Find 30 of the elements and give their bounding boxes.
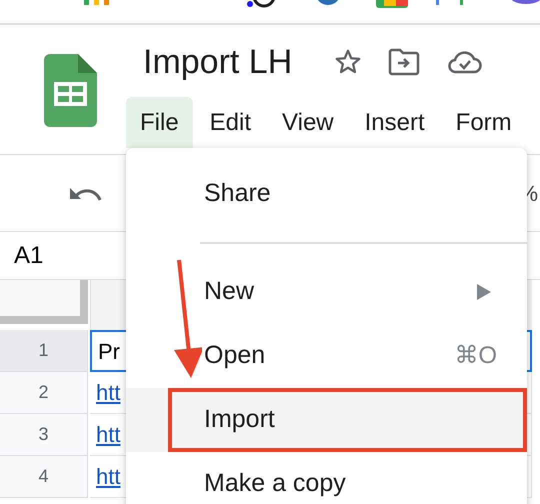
shortcut-text: ⌘O xyxy=(454,341,497,371)
menu-item-label: Open xyxy=(204,340,266,372)
row-header[interactable]: 4 xyxy=(0,456,88,498)
menu-item[interactable]: Make a copy xyxy=(126,452,527,504)
move-folder-icon[interactable] xyxy=(388,48,420,76)
link[interactable]: htt xyxy=(96,376,120,409)
menu-item-label: Import xyxy=(204,404,275,436)
menu-item[interactable]: Import xyxy=(126,388,527,452)
cloud-check-icon[interactable] xyxy=(448,50,482,74)
link[interactable]: htt xyxy=(96,418,120,451)
row-header[interactable]: 1 xyxy=(0,330,88,372)
menu-bar-item[interactable]: Edit xyxy=(196,97,266,148)
name-box[interactable]: A1 xyxy=(14,238,44,274)
row-header[interactable]: 3 xyxy=(0,414,88,456)
menu-item-label: New xyxy=(204,276,254,308)
menu-item-label: Make a copy xyxy=(204,468,346,500)
menu-bar-item[interactable]: Insert xyxy=(350,97,439,148)
document-title[interactable]: Import LH xyxy=(143,45,292,79)
link[interactable]: htt xyxy=(96,460,120,493)
bookmark-icon[interactable] xyxy=(246,0,276,8)
menu-item[interactable]: Open ⌘O xyxy=(126,324,527,388)
menu-bar-item[interactable]: Form xyxy=(442,97,526,148)
row-header[interactable]: 2 xyxy=(0,372,88,414)
sheets-logo-icon[interactable] xyxy=(44,54,97,127)
cell-text: Pr xyxy=(98,338,120,366)
menu-item[interactable]: New xyxy=(126,260,527,324)
menu-item[interactable]: Share xyxy=(126,162,527,226)
menu-bar-item[interactable]: View xyxy=(268,97,348,148)
menu-item-label: Share xyxy=(204,178,271,210)
menu-bar-item[interactable]: File xyxy=(126,97,193,148)
